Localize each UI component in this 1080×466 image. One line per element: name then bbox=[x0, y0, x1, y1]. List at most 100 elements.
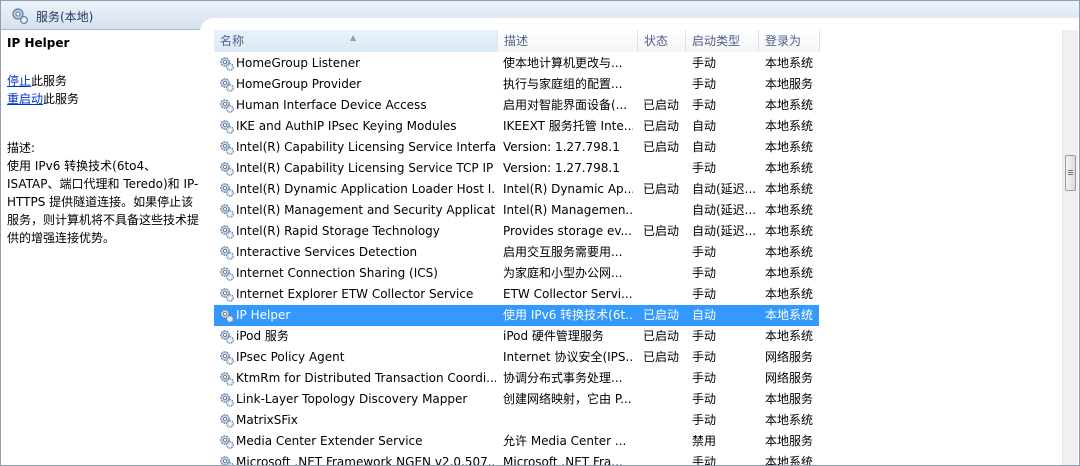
service-name-cell: HomeGroup Provider bbox=[236, 77, 362, 91]
service-start-type-cell: 手动 bbox=[692, 98, 717, 112]
service-start-type-cell: 自动 bbox=[692, 140, 717, 154]
service-name-cell: Intel(R) Management and Security Applica… bbox=[236, 203, 496, 217]
service-desc-cell: 执行与家庭组的配置... bbox=[503, 77, 623, 91]
service-desc-cell: 启用交互服务需要用... bbox=[503, 245, 623, 259]
service-row[interactable]: HomeGroup Provider 执行与家庭组的配置... 手动 本地服务 bbox=[214, 74, 1062, 95]
service-name-cell: Intel(R) Dynamic Application Loader Host… bbox=[236, 182, 496, 196]
service-name-cell: Internet Explorer ETW Collector Service bbox=[236, 287, 474, 301]
column-header-logon[interactable]: 登录为 bbox=[759, 30, 820, 52]
service-gear-icon bbox=[219, 455, 235, 466]
column-headers: ▲ 名称 描述 状态 启动类型 登录为 bbox=[214, 30, 1062, 52]
thumb-grip-line bbox=[1068, 174, 1073, 175]
service-desc-cell: Internet 协议安全(IPS... bbox=[503, 350, 633, 364]
service-row[interactable]: Media Center Extender Service 允许 Media Ce… bbox=[214, 431, 1062, 452]
service-desc-cell: ETW Collector Servi... bbox=[503, 287, 633, 301]
vertical-scrollbar[interactable] bbox=[1062, 30, 1078, 466]
column-header-name[interactable]: ▲ 名称 bbox=[214, 30, 498, 52]
service-gear-icon bbox=[219, 161, 235, 177]
service-row[interactable]: MatrixSFix 手动 本地系统 bbox=[214, 410, 1062, 431]
service-row[interactable]: HomeGroup Listener 使本地计算机更改与... 手动 本地系统 bbox=[214, 53, 1062, 74]
service-logon-cell: 网络服务 bbox=[765, 371, 814, 385]
service-row[interactable]: Intel(R) Capability Licensing Service In… bbox=[214, 137, 1062, 158]
description-pane: IP Helper 停止此服务 重启动此服务 描述: 使用 IPv6 转换技术(… bbox=[0, 30, 210, 466]
service-row[interactable]: Microsoft .NET Framework NGEN v2.0.507..… bbox=[214, 452, 1062, 466]
stop-service-suffix: 此服务 bbox=[31, 74, 68, 88]
service-gear-icon bbox=[219, 119, 235, 135]
service-start-type-cell: 手动 bbox=[692, 266, 717, 280]
service-desc-cell: 为家庭和小型办公网... bbox=[503, 266, 623, 280]
column-header-desc[interactable]: 描述 bbox=[498, 30, 638, 52]
description-text: 使用 IPv6 转换技术(6to4、ISATAP、端口代理和 Teredo)和 … bbox=[7, 159, 200, 245]
service-name-cell: IP Helper bbox=[236, 308, 291, 322]
thumb-grip-line bbox=[1068, 170, 1073, 171]
services-table: ▲ 名称 描述 状态 启动类型 登录为 HomeGroup Listener 使本… bbox=[214, 30, 1062, 466]
service-gear-icon bbox=[219, 203, 235, 219]
service-logon-cell: 本地系统 bbox=[765, 98, 814, 112]
column-header-start-type-label: 启动类型 bbox=[692, 34, 741, 48]
service-row[interactable]: KtmRm for Distributed Transaction Coordi… bbox=[214, 368, 1062, 389]
service-gear-icon bbox=[219, 392, 235, 408]
scrollbar-thumb[interactable] bbox=[1065, 155, 1076, 191]
service-row[interactable]: IPsec Policy Agent Internet 协议安全(IPS... 已启… bbox=[214, 347, 1062, 368]
service-name-cell: Link-Layer Topology Discovery Mapper bbox=[236, 392, 468, 406]
column-header-start-type[interactable]: 启动类型 bbox=[686, 30, 759, 52]
thumb-grip-line bbox=[1068, 172, 1073, 173]
service-gear-icon bbox=[219, 350, 235, 366]
service-start-type-cell: 手动 bbox=[692, 455, 717, 466]
service-rows: HomeGroup Listener 使本地计算机更改与... 手动 本地系统 Home… bbox=[214, 53, 1062, 466]
service-gear-icon bbox=[219, 413, 235, 429]
service-logon-cell: 本地系统 bbox=[765, 56, 814, 70]
service-name-cell: MatrixSFix bbox=[236, 413, 298, 427]
service-logon-cell: 本地服务 bbox=[765, 434, 814, 448]
service-row[interactable]: Intel(R) Dynamic Application Loader Host… bbox=[214, 179, 1062, 200]
service-start-type-cell: 自动 bbox=[692, 119, 717, 133]
service-gear-icon bbox=[219, 182, 235, 198]
service-name-cell: HomeGroup Listener bbox=[236, 56, 361, 70]
service-row[interactable]: Internet Explorer ETW Collector Service E… bbox=[214, 284, 1062, 305]
column-header-logon-label: 登录为 bbox=[765, 34, 802, 48]
service-row[interactable]: IP Helper 使用 IPv6 转换技术(6t... 已启动 自动 本地系统 bbox=[214, 305, 819, 326]
service-name-cell: Internet Connection Sharing (ICS) bbox=[236, 266, 438, 280]
service-name-cell: Intel(R) Capability Licensing Service In… bbox=[236, 140, 496, 154]
service-status-cell: 已启动 bbox=[643, 140, 680, 154]
service-gear-icon bbox=[219, 329, 235, 345]
service-name-cell: Interactive Services Detection bbox=[236, 245, 418, 259]
service-logon-cell: 本地系统 bbox=[765, 182, 814, 196]
service-gear-icon bbox=[219, 266, 235, 282]
service-name-cell: Media Center Extender Service bbox=[236, 434, 423, 448]
service-row[interactable]: Human Interface Device Access 启用对智能界面设备(.… bbox=[214, 95, 1062, 116]
column-header-status[interactable]: 状态 bbox=[638, 30, 686, 52]
service-name-cell: iPod 服务 bbox=[236, 329, 289, 343]
service-status-cell: 已启动 bbox=[643, 119, 680, 133]
service-row[interactable]: Link-Layer Topology Discovery Mapper 创建网络… bbox=[214, 389, 1062, 410]
service-desc-cell: 协调分布式事务处理... bbox=[503, 371, 623, 385]
service-logon-cell: 本地系统 bbox=[765, 161, 814, 175]
service-desc-cell: Version: 1.27.798.1 bbox=[503, 140, 620, 154]
service-row[interactable]: Interactive Services Detection 启用交互服务需要用.… bbox=[214, 242, 1062, 263]
service-start-type-cell: 手动 bbox=[692, 56, 717, 70]
service-status-cell: 已启动 bbox=[643, 350, 680, 364]
service-row[interactable]: IKE and AuthIP IPsec Keying Modules IKEEX… bbox=[214, 116, 1062, 137]
service-name-cell: IKE and AuthIP IPsec Keying Modules bbox=[236, 119, 457, 133]
service-row[interactable]: iPod 服务 iPod 硬件管理服务 已启动 手动 本地系统 bbox=[214, 326, 1062, 347]
service-row[interactable]: Internet Connection Sharing (ICS) 为家庭和小型办… bbox=[214, 263, 1062, 284]
service-row[interactable]: Intel(R) Capability Licensing Service TC… bbox=[214, 158, 1062, 179]
service-start-type-cell: 手动 bbox=[692, 392, 717, 406]
service-desc-cell: Intel(R) Managemen... bbox=[503, 203, 633, 217]
service-name-cell: Intel(R) Rapid Storage Technology bbox=[236, 224, 440, 238]
column-header-status-label: 状态 bbox=[644, 34, 669, 48]
service-logon-cell: 本地系统 bbox=[765, 140, 814, 154]
service-status-cell: 已启动 bbox=[643, 308, 680, 322]
service-start-type-cell: 自动(延迟... bbox=[692, 182, 756, 196]
service-logon-cell: 本地服务 bbox=[765, 392, 814, 406]
service-row[interactable]: Intel(R) Rapid Storage Technology Provide… bbox=[214, 221, 1062, 242]
restart-service-link[interactable]: 重启动 bbox=[7, 92, 43, 106]
service-desc-cell: 使用 IPv6 转换技术(6t... bbox=[503, 308, 633, 322]
stop-service-link[interactable]: 停止 bbox=[7, 74, 31, 88]
service-description: 描述: 使用 IPv6 转换技术(6to4、ISATAP、端口代理和 Tered… bbox=[7, 139, 205, 247]
service-row[interactable]: Intel(R) Management and Security Applica… bbox=[214, 200, 1062, 221]
service-logon-cell: 本地系统 bbox=[765, 413, 814, 427]
service-logon-cell: 本地系统 bbox=[765, 203, 814, 217]
service-status-cell: 已启动 bbox=[643, 182, 680, 196]
service-start-type-cell: 手动 bbox=[692, 413, 717, 427]
